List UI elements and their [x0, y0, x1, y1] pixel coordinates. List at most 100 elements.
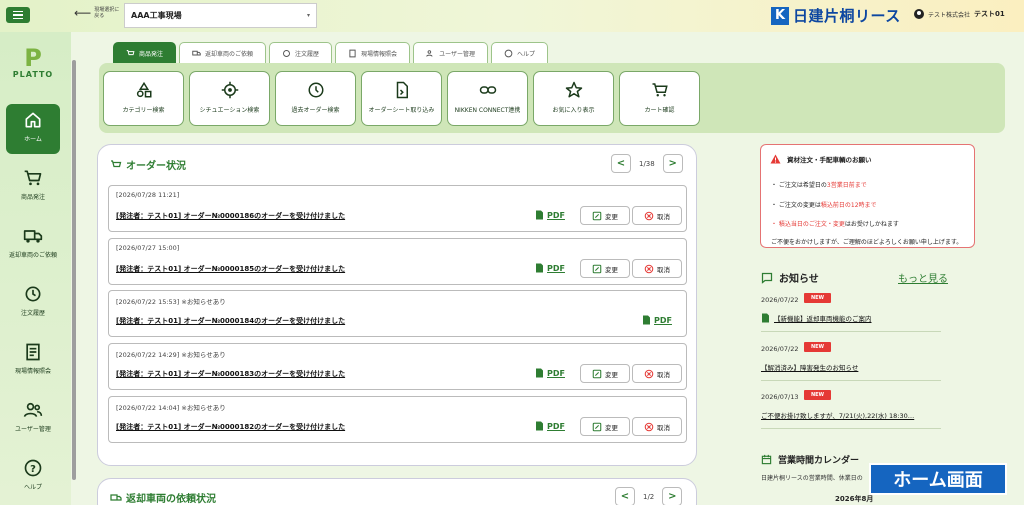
truck-icon	[192, 50, 201, 55]
site-name: AAA工事現場	[131, 11, 182, 20]
user-menu[interactable]: テスト株式会社 テスト01	[914, 9, 1005, 19]
alert-highlight: 3営業日前まで	[826, 182, 867, 189]
notice-alert-box: 資材注文・手配車輌のお願い ・ ご注文は希望日の3営業日前まで ・ ご注文の変更…	[760, 144, 975, 248]
function-label: シチュエーション検索	[199, 107, 260, 114]
news-title: お知らせ	[761, 270, 819, 285]
edit-order-button[interactable]: 変更	[580, 417, 630, 436]
sidebar-item-site-info[interactable]: 現場情報照会	[6, 336, 60, 386]
back-to-site-selection[interactable]: ⟵ 現場選択に戻る	[74, 7, 122, 19]
nikken-connect-button[interactable]: NIKKEN CONNECT連携	[447, 71, 528, 126]
sidebar-item-order[interactable]: 商品発注	[6, 162, 60, 212]
site-select[interactable]: AAA工事現場 ▾	[124, 3, 317, 28]
pdf-link[interactable]: PDF	[535, 368, 565, 378]
next-page-button[interactable]: >	[662, 487, 683, 505]
pdf-icon	[536, 368, 543, 378]
edit-order-button[interactable]: 変更	[580, 364, 630, 383]
pdf-link[interactable]: PDF	[535, 421, 565, 431]
news-date: 2026/07/22	[761, 345, 799, 353]
sidebar-item-help[interactable]: ? ヘルプ	[6, 452, 60, 502]
news-date: 2026/07/22	[761, 296, 799, 304]
order-status-title-text: オーダー状況	[126, 161, 186, 172]
menu-button[interactable]	[6, 7, 30, 23]
news-item-link[interactable]: ご不便お掛け致しますが、7/21(火),22(水) 18:30…	[761, 410, 914, 420]
past-order-search-button[interactable]: 過去オーダー検索	[275, 71, 356, 126]
favorites-button[interactable]: お気に入り表示	[533, 71, 614, 126]
edit-label: 変更	[605, 212, 618, 221]
edit-icon	[592, 369, 602, 378]
more-news-link[interactable]: もっと見る	[898, 270, 948, 285]
tab-order[interactable]: 商品発注	[113, 42, 177, 63]
order-link[interactable]: [発注者：テスト01] オーダー№0000183のオーダーを受け付けました	[116, 369, 345, 379]
category-search-button[interactable]: カテゴリー検索	[103, 71, 184, 126]
link-icon	[479, 86, 496, 94]
news-item-link[interactable]: 【新機能】返却車両機能のご案内	[761, 313, 872, 323]
cancel-label: 取消	[657, 370, 670, 379]
return-pager: < 1/2 >	[615, 487, 683, 505]
news-item-link[interactable]: 【解消済み】障害発生のお知らせ	[761, 362, 858, 372]
function-label: お気に入り表示	[552, 107, 595, 114]
tab-return[interactable]: 返却車両のご依頼	[179, 42, 267, 63]
tab-label: 現場情報照会	[361, 50, 398, 58]
sidebar-item-label: 返却車両のご依頼	[8, 252, 57, 259]
order-link[interactable]: [発注者：テスト01] オーダー№0000184のオーダーを受け付けました	[116, 316, 345, 326]
edit-order-button[interactable]: 変更	[580, 259, 630, 278]
tab-site-info[interactable]: 現場情報照会	[335, 42, 411, 63]
sidebar-item-label: 現場情報照会	[14, 368, 51, 375]
alert-text: はお受けしかねます	[844, 221, 899, 228]
cancel-order-button[interactable]: 取消	[632, 259, 682, 278]
return-status-title: 返却車両の依頼状況	[110, 490, 216, 505]
prev-page-button[interactable]: <	[615, 487, 635, 505]
cancel-order-button[interactable]: 取消	[632, 364, 682, 383]
sidebar-item-label: 商品発注	[20, 194, 45, 201]
tab-history[interactable]: 注文履歴	[269, 42, 333, 63]
pdf-icon	[536, 210, 543, 220]
news-text: 【新機能】返却車両機能のご案内	[774, 315, 872, 323]
app-header: ⟵ 現場選択に戻る AAA工事現場 ▾ K 日建片桐リース テスト株式会社 テス…	[0, 0, 1024, 32]
order-row: [2026/07/22 15:53] ※お知らせあり [発注者：テスト01] オ…	[108, 290, 687, 337]
prev-page-button[interactable]: <	[611, 154, 631, 173]
pdf-link[interactable]: PDF	[642, 315, 672, 325]
pdf-label: PDF	[547, 210, 565, 220]
history-icon	[25, 286, 41, 302]
cancel-order-button[interactable]: 取消	[632, 417, 682, 436]
news-title-text: お知らせ	[779, 274, 819, 285]
tab-help[interactable]: ヘルプ	[490, 42, 548, 63]
pdf-link[interactable]: PDF	[535, 210, 565, 220]
help-icon	[504, 49, 513, 57]
edit-order-button[interactable]: 変更	[580, 206, 630, 225]
back-label: 現場選択に戻る	[94, 7, 120, 19]
tab-users[interactable]: ユーザー管理	[413, 42, 488, 63]
sidebar-item-home[interactable]: ホーム	[6, 104, 60, 154]
order-link[interactable]: [発注者：テスト01] オーダー№0000185のオーダーを受け付けました	[116, 264, 345, 274]
situation-search-button[interactable]: シチュエーション検索	[189, 71, 270, 126]
alert-text: ・ ご注文は希望日の	[771, 182, 827, 189]
brand-logo: K 日建片桐リース	[771, 5, 901, 26]
alert-title: 資材注文・手配車輌のお願い	[770, 154, 872, 164]
order-date: [2026/07/22 15:53] ※お知らせあり	[116, 298, 226, 306]
cart-check-button[interactable]: カート確認	[619, 71, 700, 126]
sidebar-item-users[interactable]: ユーザー管理	[6, 394, 60, 444]
cancel-order-button[interactable]: 取消	[632, 206, 682, 225]
order-date: [2026/07/22 14:29] ※お知らせあり	[116, 351, 226, 359]
alert-line: ・ 積込当日のご注文・変更はお受けしかねます	[771, 219, 899, 228]
new-badge: NEW	[804, 342, 831, 352]
pdf-link[interactable]: PDF	[535, 263, 565, 273]
cart-icon	[652, 83, 668, 97]
sidebar-item-history[interactable]: 注文履歴	[6, 278, 60, 328]
file-import-icon	[396, 81, 408, 99]
sidebar-item-label: ヘルプ	[23, 484, 42, 491]
calendar-description: 日建片桐リースの営業時間、休業日の	[761, 475, 863, 482]
order-sheet-import-button[interactable]: オーダーシート取り込み	[361, 71, 442, 126]
warning-icon	[770, 154, 781, 164]
order-link[interactable]: [発注者：テスト01] オーダー№0000186のオーダーを受け付けました	[116, 211, 345, 221]
sidebar-item-return[interactable]: 返却車両のご依頼	[6, 220, 60, 270]
order-link[interactable]: [発注者：テスト01] オーダー№0000182のオーダーを受け付けました	[116, 422, 345, 432]
pdf-icon	[536, 263, 543, 273]
home-icon	[25, 112, 41, 128]
page-indicator: 1/38	[639, 159, 655, 168]
sidebar-scrollbar[interactable]	[72, 60, 76, 480]
order-pager: < 1/38 >	[611, 154, 683, 173]
tab-label: 返却車両のご依頼	[205, 50, 254, 58]
next-page-button[interactable]: >	[662, 154, 683, 173]
brand-name: 日建片桐リース	[793, 7, 901, 25]
